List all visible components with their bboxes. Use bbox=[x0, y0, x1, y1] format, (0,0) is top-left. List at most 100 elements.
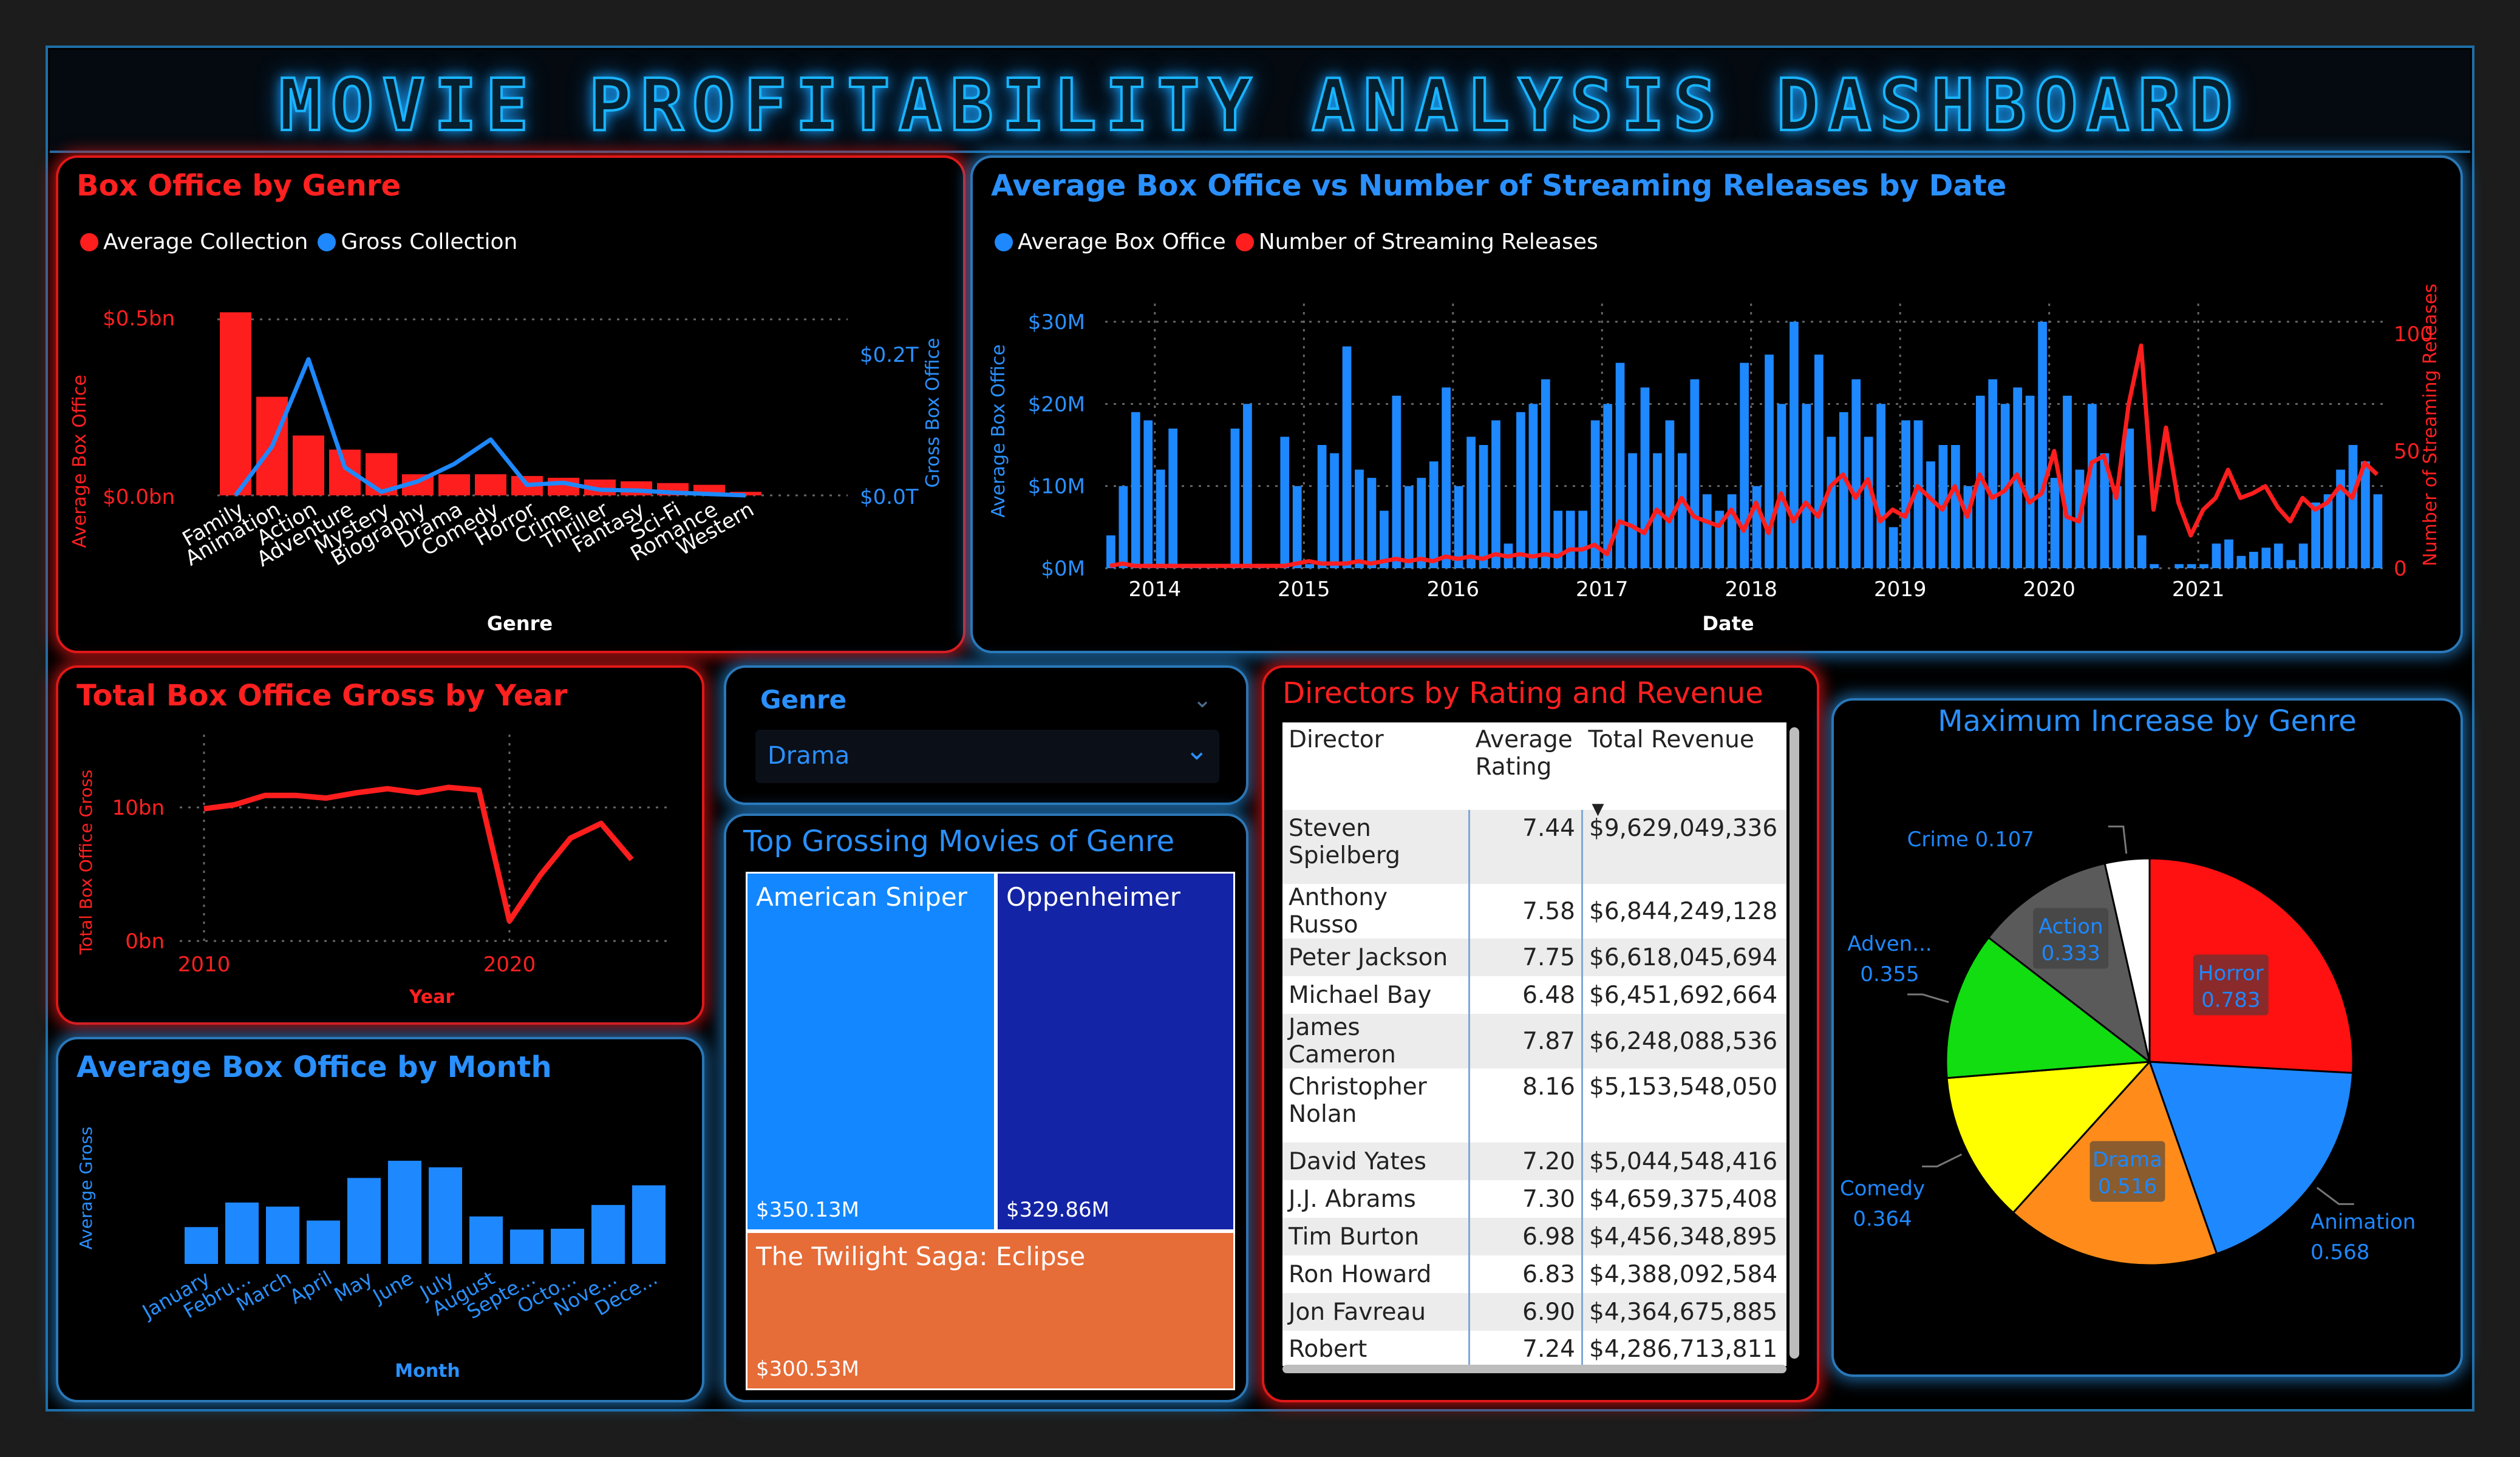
treemap-cell[interactable]: The Twilight Saga: Eclipse $300.53M bbox=[746, 1231, 1235, 1390]
treemap-cell-name: American Sniper bbox=[756, 882, 967, 912]
table-row[interactable]: Robert Zemeckis7.24$4,286,713,811 bbox=[1282, 1331, 1786, 1366]
bar bbox=[2261, 548, 2271, 568]
rating-cell: 6.90 bbox=[1469, 1293, 1583, 1331]
pie-slice-label: Animation bbox=[2311, 1210, 2416, 1234]
pie-slice-label: Comedy bbox=[1840, 1177, 1925, 1201]
table-row[interactable]: Christopher Nolan 8.16 $5,153,548,050 bbox=[1282, 1068, 1786, 1143]
pie-chart: Horror 0.783 Drama 0.516 Action 0.333 Animatio… bbox=[1840, 825, 2416, 1266]
bar bbox=[266, 1206, 299, 1264]
year-panel: Total Box Office Gross by Year Total Box… bbox=[56, 665, 704, 1025]
rating-cell: 7.58 bbox=[1469, 884, 1583, 939]
director-cell: James Cameron bbox=[1282, 1014, 1471, 1068]
table-row[interactable]: J.J. Abrams 7.30 $4,659,375,408 bbox=[1282, 1180, 1786, 1218]
table-row[interactable]: Michael Bay 6.48 $6,451,692,664 bbox=[1282, 976, 1786, 1014]
table-row[interactable]: David Yates 7.20 $5,044,548,416 bbox=[1282, 1143, 1786, 1180]
y-tick-left: $0.5bn bbox=[103, 307, 175, 331]
slicer-dropdown[interactable]: Drama ⌄ bbox=[755, 730, 1219, 783]
leader-line bbox=[2108, 825, 2128, 854]
column-header-rating[interactable]: Average Rating bbox=[1469, 722, 1582, 810]
bar bbox=[1330, 453, 1339, 568]
bar bbox=[1131, 412, 1140, 568]
bar bbox=[1888, 527, 1898, 568]
bar bbox=[1429, 461, 1439, 568]
pie-slice-label: Adven... bbox=[1847, 932, 1932, 956]
treemap-cell-value: $300.53M bbox=[756, 1357, 859, 1381]
bar bbox=[1119, 486, 1128, 568]
column-header-director[interactable]: Director bbox=[1282, 722, 1469, 810]
column-header-revenue[interactable]: Total Revenue ▼ bbox=[1582, 722, 1787, 818]
revenue-cell: $4,364,675,885 bbox=[1582, 1293, 1786, 1331]
box-office-genre-panel: Box Office by Genre Average Collection G… bbox=[56, 155, 965, 653]
director-cell: Steven Spielberg bbox=[1282, 810, 1471, 884]
bar bbox=[2311, 502, 2320, 568]
bar bbox=[2088, 404, 2097, 568]
bar bbox=[1814, 355, 1824, 568]
rating-cell: 7.20 bbox=[1469, 1143, 1583, 1180]
horizontal-scrollbar[interactable] bbox=[1282, 1365, 1786, 1373]
revenue-cell: $4,286,713,811 bbox=[1589, 1336, 1778, 1363]
rating-cell: 6.83 bbox=[1469, 1255, 1583, 1293]
bar bbox=[1454, 486, 1463, 568]
rating-cell: 8.16 bbox=[1469, 1068, 1583, 1143]
director-cell: Jon Favreau bbox=[1282, 1293, 1471, 1331]
rating-cell: 6.98 bbox=[1469, 1218, 1583, 1255]
table-row[interactable]: Peter Jackson 7.75 $6,618,045,694 bbox=[1282, 939, 1786, 976]
revenue-cell: $5,044,548,416 bbox=[1582, 1143, 1786, 1180]
bar bbox=[2298, 543, 2308, 568]
bar bbox=[1143, 420, 1153, 568]
chevron-down-icon[interactable]: ⌄ bbox=[1193, 686, 1212, 713]
x-tick: April bbox=[286, 1266, 336, 1308]
bar bbox=[1466, 436, 1476, 568]
y-tick-left: $20M bbox=[1028, 392, 1085, 416]
table-row[interactable]: Jon Favreau 6.90 $4,364,675,885 bbox=[1282, 1293, 1786, 1331]
table-row[interactable]: Anthony Russo 7.58 $6,844,249,128 bbox=[1282, 884, 1786, 939]
y-axis-label-right: Gross Box Office bbox=[922, 338, 944, 488]
table-row[interactable]: Ron Howard 6.83 $4,388,092,584 bbox=[1282, 1255, 1786, 1293]
bar bbox=[1740, 362, 1749, 568]
x-tick: 2015 bbox=[1278, 577, 1330, 602]
bar bbox=[551, 1228, 584, 1264]
x-tick: 2014 bbox=[1129, 577, 1182, 602]
bar bbox=[1541, 379, 1550, 568]
genre-slicer: Genre ⌄ Drama ⌄ bbox=[724, 665, 1248, 805]
bar bbox=[2236, 555, 2246, 568]
treemap-cell[interactable]: American Sniper $350.13M bbox=[746, 872, 996, 1231]
panel-title: Top Grossing Movies of Genre bbox=[743, 824, 1175, 858]
bar bbox=[388, 1161, 421, 1264]
director-cell: Peter Jackson bbox=[1282, 939, 1471, 976]
bar bbox=[1578, 511, 1588, 568]
bar bbox=[1665, 420, 1675, 568]
x-tick: June bbox=[368, 1266, 417, 1308]
leader-line bbox=[1907, 993, 1949, 1004]
y-axis-label-right: Number of Streaming Releases bbox=[2420, 284, 2441, 566]
bar bbox=[1615, 362, 1625, 568]
table-row[interactable]: Tim Burton 6.98 $4,456,348,895 bbox=[1282, 1218, 1786, 1255]
table-row[interactable]: Steven Spielberg 7.44 $9,629,049,336 bbox=[1282, 810, 1786, 884]
director-cell: Ron Howard bbox=[1282, 1255, 1471, 1293]
revenue-cell: $4,456,348,895 bbox=[1582, 1218, 1786, 1255]
rating-cell: 7.44 bbox=[1469, 810, 1583, 884]
vertical-scrollbar[interactable] bbox=[1790, 727, 1799, 1359]
treemap-panel: Top Grossing Movies of Genre American Sn… bbox=[724, 813, 1248, 1402]
bar bbox=[2212, 543, 2221, 568]
bar bbox=[293, 435, 324, 495]
x-tick: May bbox=[330, 1266, 376, 1306]
leader-line bbox=[2316, 1187, 2354, 1205]
bar bbox=[1553, 511, 1563, 568]
y-tick-left: $10M bbox=[1028, 475, 1085, 499]
bar bbox=[1292, 486, 1302, 568]
table-row[interactable]: James Cameron 7.87 $6,248,088,536 bbox=[1282, 1014, 1786, 1068]
bar bbox=[2125, 428, 2134, 568]
pie-slice-value: 0.333 bbox=[2042, 942, 2100, 966]
y-axis-label: Total Box Office Gross bbox=[76, 770, 96, 956]
year-chart: Total Box Office Gross 10bn 0bn 2010 202… bbox=[76, 735, 672, 1008]
bar bbox=[1926, 461, 1935, 568]
y-tick: 10bn bbox=[112, 796, 165, 820]
bar bbox=[1765, 355, 1774, 568]
director-cell: David Yates bbox=[1282, 1143, 1471, 1180]
month-chart: JanuaryFebru...MarchAprilMayJuneJulyAugu… bbox=[76, 1127, 666, 1382]
pie-slice-value: 0.364 bbox=[1853, 1207, 1912, 1231]
rating-cell: 6.48 bbox=[1469, 976, 1583, 1014]
y-tick-right: $0.2T bbox=[860, 343, 919, 367]
treemap-cell[interactable]: Oppenheimer $329.86M bbox=[996, 872, 1235, 1231]
